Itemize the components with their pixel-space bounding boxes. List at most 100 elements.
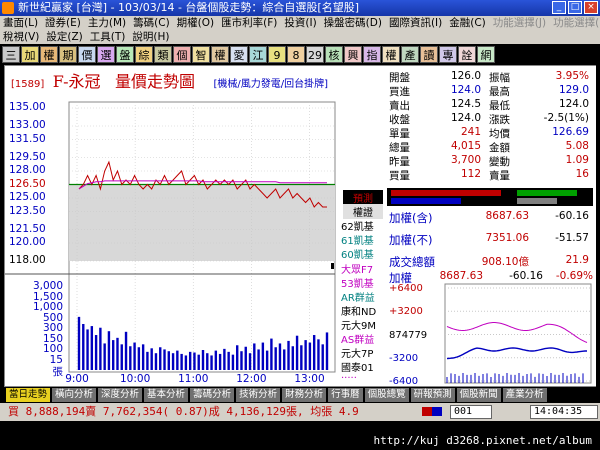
tab-3[interactable]: 深度分析 [98,388,143,402]
toolbar-button[interactable]: 智 [192,46,210,63]
volume-bar [312,335,316,370]
volume-bar [107,331,111,370]
menu-item[interactable]: 說明(H) [132,30,169,44]
volume-bar [90,326,94,370]
broker-item[interactable]: AR群益 [341,289,385,304]
toolbar-button[interactable]: 愛 [230,46,248,63]
toolbar-button[interactable]: 價 [78,46,96,63]
toolbar-button[interactable]: 類 [154,46,172,63]
maximize-button[interactable]: □ [568,1,582,14]
menu-item[interactable]: 稅視(V) [3,30,39,44]
volume-bar [304,340,307,370]
menu-item[interactable]: 功能選擇(J) [493,16,546,30]
volume-bar [317,339,320,370]
toolbar-button[interactable]: 權 [40,46,58,63]
time-tick: 11:00 [178,373,208,385]
broker-item[interactable]: 53凱基 [341,275,385,290]
menu-item[interactable]: 操盤密碼(D) [324,16,382,30]
toolbar-button[interactable]: 專 [439,46,457,63]
volume-bar [103,343,106,370]
menu-item[interactable]: 國際資訊(I) [389,16,442,30]
broker-item[interactable]: 62凱基 [341,218,385,233]
toolbar-button[interactable]: 產 [401,46,419,63]
broker-item[interactable]: AS群益 [341,331,385,346]
toolbar-button[interactable]: 選 [97,46,115,63]
minimize-button[interactable]: _ [552,1,566,14]
tab-6[interactable]: 技術分析 [236,388,281,402]
menu-item[interactable]: 證券(E) [45,16,81,30]
broker-item[interactable]: 權證 [343,204,383,220]
cursor-marker [331,263,334,269]
time-tick: 12:00 [236,373,266,385]
clock: 14:04:35 [530,405,598,419]
menu-item[interactable]: 匯市利率(F) [221,16,277,30]
volume-bar [124,331,128,370]
tab-1[interactable]: 當日走勢 [6,388,51,402]
toolbar-button[interactable]: 個 [173,46,191,63]
quick-toolbar: 三加權期價選盤綜類個智權愛江 9 8 29 核興指權產讀專詮網 [0,44,600,64]
toolbar-button[interactable]: 期 [59,46,77,63]
volume-bar [231,354,235,370]
volume-bar [188,351,192,370]
mini-chart-svg [444,283,592,384]
broker-item[interactable]: 元大7P [341,345,385,360]
toolbar-button[interactable]: 指 [363,46,381,63]
toolbar-button[interactable]: 權 [382,46,400,63]
volume-bar [240,351,243,370]
tab-10[interactable]: 研報預測 [410,388,455,402]
toolbar-button[interactable]: 加 [21,46,39,63]
toolbar-button[interactable]: 29 [306,46,324,63]
time-tick: 9:00 [65,373,89,385]
close-button[interactable]: × [584,1,598,14]
toolbar-button[interactable]: 興 [344,46,362,63]
status-counter[interactable]: 001 [450,405,492,419]
broker-item[interactable]: 元大9M [341,317,385,332]
volume-bar [253,343,256,370]
tab-12[interactable]: 產業分析 [502,388,547,402]
menu-bar: 畫面(L) 證券(E) 主力(M) 籌碼(C) 期權(O) 匯市利率(F) 投資(I) 操盤密… [0,16,600,44]
toolbar-button[interactable]: 8 [287,46,305,63]
toolbar-button[interactable]: 江 [249,46,267,63]
volume-bar [129,346,132,370]
broker-item[interactable]: 預測 [343,190,383,205]
menu-item[interactable]: 投資(I) [284,16,316,30]
status-bar: 買 8,888,194賣 7,762,354( 0.87)成 4,136,129… [0,403,600,421]
toolbar-button[interactable]: 詮 [458,46,476,63]
menu-item[interactable]: 期權(O) [177,16,214,30]
menu-item[interactable]: 工具(T) [90,30,126,44]
tab-8[interactable]: 行事曆 [328,388,363,402]
toolbar-button[interactable]: 盤 [116,46,134,63]
volume-bar [261,342,265,370]
toolbar-button[interactable]: 核 [325,46,343,63]
broker-item[interactable]: ····· [341,373,385,384]
tab-11[interactable]: 個股新聞 [456,388,501,402]
tab-7[interactable]: 財務分析 [282,388,327,402]
toolbar-button[interactable]: 9 [268,46,286,63]
volume-bar [248,353,252,370]
menu-item[interactable]: 設定(Z) [46,30,82,44]
broker-item[interactable]: 大眾F7 [341,261,385,276]
toolbar-button[interactable]: 綜 [135,46,153,63]
tab-4[interactable]: 基本分析 [144,388,189,402]
broker-item[interactable]: 國泰01 [341,359,385,374]
broker-item[interactable]: 61凱基 [341,232,385,247]
tab-5[interactable]: 籌碼分析 [190,388,235,402]
broker-item[interactable]: 60凱基 [341,246,385,261]
volume-bar [180,353,183,370]
trade-summary: 買 8,888,194賣 7,762,354( 0.87)成 4,136,129… [8,405,359,418]
menu-item[interactable]: 畫面(L) [3,16,38,30]
toolbar-button[interactable]: 三 [2,46,20,63]
menu-item[interactable]: 功能選擇(K) [553,16,600,30]
menu-item[interactable]: 金融(C) [449,16,486,30]
toolbar-button[interactable]: 網 [477,46,495,63]
tab-2[interactable]: 橫向分析 [52,388,97,402]
volume-bar [141,344,145,370]
broker-item[interactable]: 康和ND [341,303,385,318]
menu-item[interactable]: 籌碼(C) [133,16,170,30]
toolbar-button[interactable]: 權 [211,46,229,63]
volume-bar [214,350,218,370]
toolbar-button[interactable]: 讀 [420,46,438,63]
menu-item[interactable]: 主力(M) [88,16,126,30]
tab-9[interactable]: 個股總覽 [364,388,409,402]
volume-bar [82,323,85,370]
